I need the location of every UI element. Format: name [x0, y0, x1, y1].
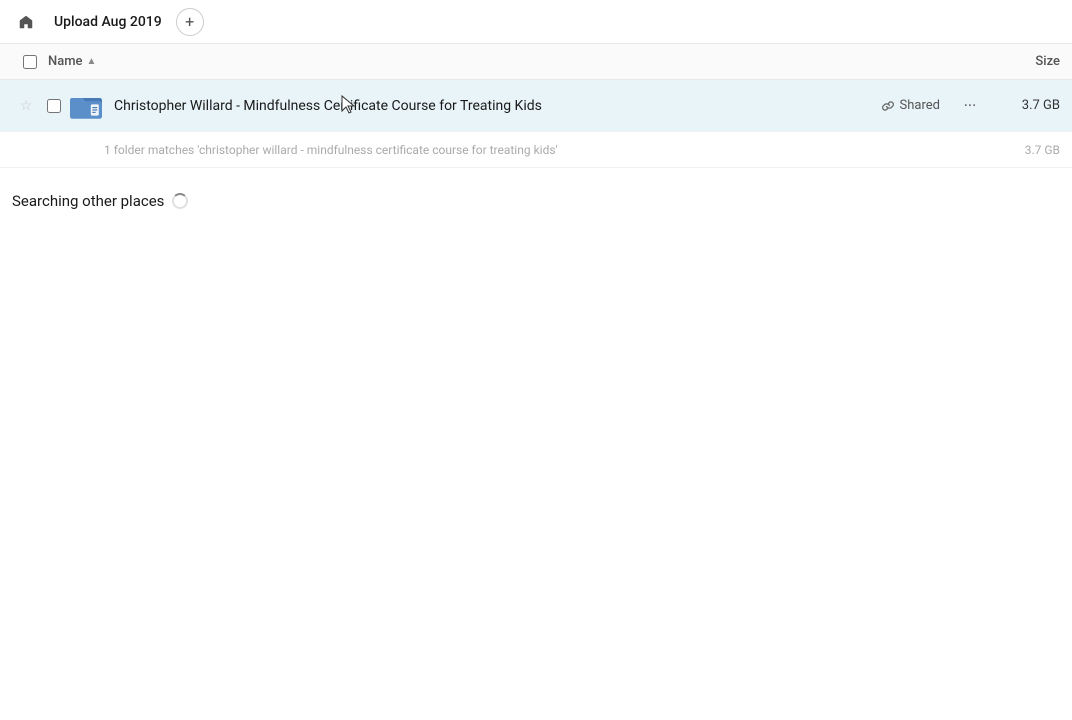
searching-other-places-section: Searching other places — [0, 168, 1072, 222]
top-bar: Upload Aug 2019 + — [0, 0, 1072, 44]
shared-label: Shared — [900, 98, 940, 113]
star-icon[interactable]: ☆ — [12, 98, 40, 114]
match-size: 3.7 GB — [1000, 143, 1060, 157]
match-description: 1 folder matches 'christopher willard - … — [104, 143, 1000, 157]
more-options-button[interactable]: ··· — [956, 92, 984, 120]
name-column-header[interactable]: Name ▲ — [48, 54, 980, 69]
shared-badge: Shared — [873, 94, 948, 117]
column-header-row: Name ▲ Size — [0, 44, 1072, 80]
file-name-label: Christopher Willard - Mindfulness Certif… — [114, 98, 873, 114]
file-list-row[interactable]: ☆ Christopher Willard - Mindfulness Cert… — [0, 80, 1072, 132]
link-icon — [881, 99, 895, 113]
searching-label: Searching other places — [12, 192, 164, 210]
file-size: 3.7 GB — [1000, 98, 1060, 113]
match-result-row: 1 folder matches 'christopher willard - … — [0, 132, 1072, 168]
row-checkbox[interactable] — [40, 99, 68, 113]
add-button[interactable]: + — [176, 8, 204, 36]
name-column-label: Name — [48, 54, 83, 69]
sort-arrow-icon: ▲ — [87, 56, 97, 67]
header-checkbox[interactable] — [12, 55, 48, 69]
file-checkbox[interactable] — [47, 99, 61, 113]
home-button[interactable] — [12, 8, 40, 36]
select-all-checkbox[interactable] — [23, 55, 37, 69]
folder-icon — [68, 88, 104, 124]
size-column-header[interactable]: Size — [980, 54, 1060, 69]
loading-spinner — [172, 193, 188, 209]
breadcrumb-upload-aug-2019[interactable]: Upload Aug 2019 — [48, 10, 168, 34]
